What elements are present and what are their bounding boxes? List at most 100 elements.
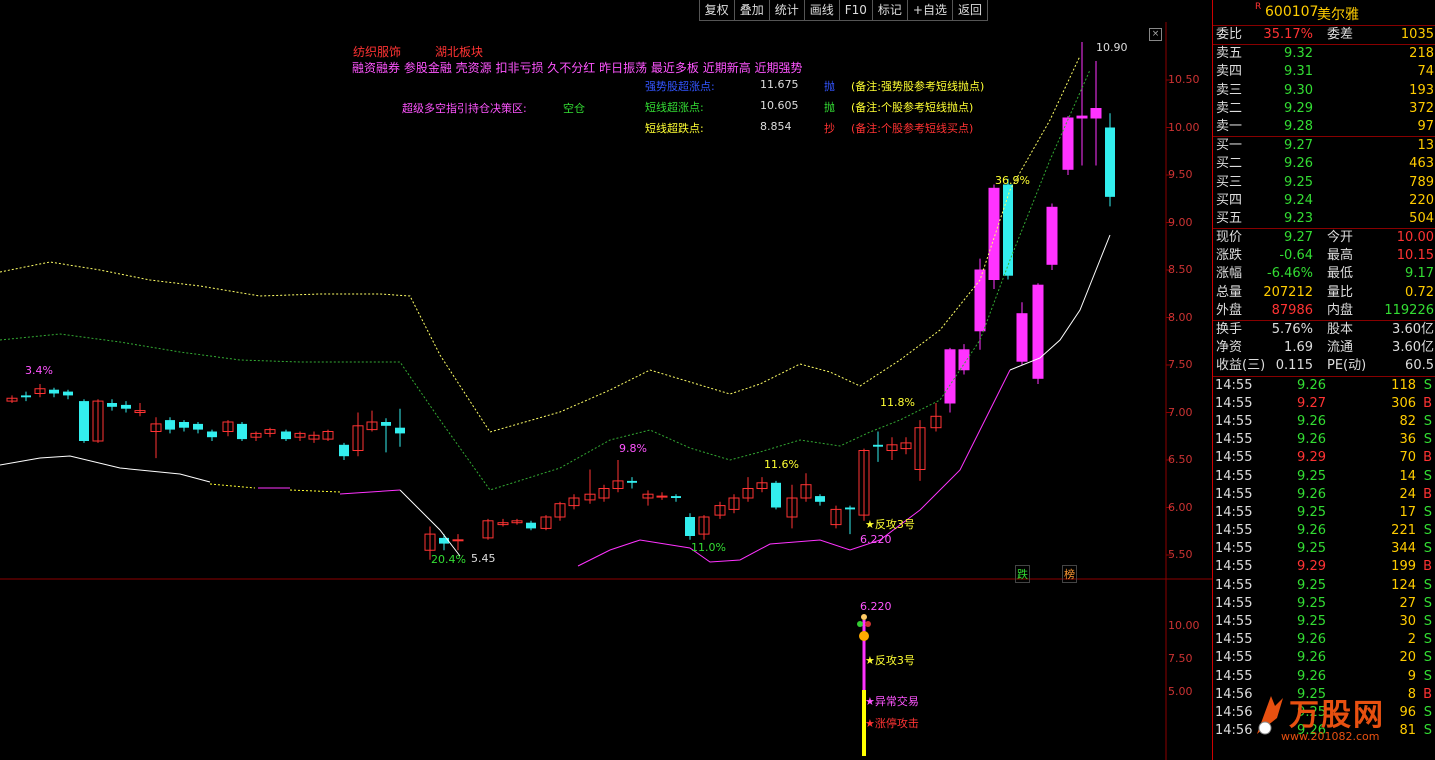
- candle-body: [1016, 313, 1028, 362]
- candle-body: [1062, 117, 1074, 170]
- tick-volume: 118: [1391, 377, 1416, 393]
- decision-label: 超级多空指引持仓决策区:: [402, 102, 527, 115]
- kline-chart-area[interactable]: 复权 叠加 统计 画线 F10 标记 +自选 返回 × 纺织服饰 湖北板块 融资…: [0, 0, 1212, 760]
- tick-time: 14:55: [1215, 577, 1253, 593]
- tick-price: 9.26: [1297, 377, 1326, 393]
- chart-toolbar: 复权 叠加 统计 画线 F10 标记 +自选 返回: [698, 0, 988, 22]
- tick-time: 14:55: [1215, 668, 1253, 684]
- draw-line-button[interactable]: 画线: [804, 0, 840, 21]
- bid-book: 买一 9.27 13 买二 9.26 463 买三 9.25 789 买四 9.24 220 买五 9.2…: [1213, 137, 1435, 228]
- signal-note: (备注:个股参考短线买点): [851, 122, 974, 135]
- tick-time: 14:55: [1215, 595, 1253, 611]
- quote-value: 87986: [1271, 302, 1313, 318]
- tick-price: 9.25: [1297, 577, 1326, 593]
- tick-volume: 221: [1391, 523, 1416, 539]
- tick-time: 14:55: [1215, 432, 1253, 448]
- candle-body: [237, 423, 247, 440]
- tick-side: S: [1423, 432, 1432, 448]
- candle-body: [339, 444, 349, 457]
- ask-label: 卖二: [1216, 100, 1243, 116]
- signal-label: 短线超跌点:: [645, 122, 704, 135]
- tick-list[interactable]: 14:55 9.26 118 S 14:55 9.27 306 B 14:55 9.26 82 S 14…: [1213, 377, 1435, 741]
- fangong-signal: ★反攻3号: [865, 518, 915, 531]
- sub-tick-label: 7.50: [1168, 652, 1193, 665]
- tick-price: 9.25: [1297, 614, 1326, 629]
- statistics-button[interactable]: 统计: [769, 0, 805, 21]
- restore-rights-button[interactable]: 复权: [698, 0, 735, 21]
- pct-label-1: 3.4%: [25, 364, 53, 377]
- sub-fangong-signal: ★反攻3号: [865, 654, 915, 667]
- tick-row: 14:55 9.26 82 S: [1213, 413, 1435, 431]
- fall-badge[interactable]: 跌: [1015, 565, 1030, 583]
- decision-value: 空仓: [563, 102, 585, 115]
- tick-row: 14:55 9.26 221 S: [1213, 522, 1435, 540]
- quote-label-2: 最低: [1327, 266, 1354, 282]
- lower-band-yellow-2: [289, 489, 341, 493]
- signal-dot: [865, 621, 871, 627]
- candle-body: [845, 507, 855, 510]
- fund-label-2: 流通: [1327, 340, 1354, 356]
- pct-label-2: 20.4%: [431, 553, 466, 566]
- tick-price: 9.29: [1297, 450, 1326, 466]
- quote-label-2: 最高: [1327, 248, 1354, 264]
- quote-value: 207212: [1263, 284, 1313, 300]
- quote-value-2: 10.15: [1396, 248, 1434, 264]
- tick-side: B: [1423, 450, 1432, 466]
- bottom-price-label: 6.220: [860, 533, 892, 546]
- candle-body: [1046, 206, 1058, 265]
- sector-textile[interactable]: 纺织服饰: [353, 43, 401, 60]
- tick-volume: 344: [1391, 541, 1416, 557]
- quote-panel: R 600107 美尔雅 委比 35.17% 委差 1035 卖五 9.32 218…: [1212, 0, 1435, 760]
- sector-hubei[interactable]: 湖北板块: [435, 43, 483, 60]
- bid-price: 9.23: [1284, 210, 1313, 226]
- signal-note: (备注:个股参考短线抛点): [851, 101, 974, 114]
- ask-volume: 193: [1409, 82, 1434, 98]
- quote-value-2: 0.72: [1405, 284, 1434, 300]
- stock-header[interactable]: R 600107 美尔雅: [1213, 0, 1435, 26]
- signal-value: 8.854: [760, 120, 792, 133]
- ask-price: 9.31: [1284, 64, 1313, 80]
- f10-button[interactable]: F10: [839, 0, 873, 21]
- candle-body: [685, 517, 695, 536]
- mark-button[interactable]: 标记: [872, 0, 908, 21]
- tick-row: 14:55 9.25 17 S: [1213, 504, 1435, 522]
- tick-side: S: [1423, 632, 1432, 648]
- ask-price: 9.28: [1284, 118, 1313, 134]
- tick-time: 14:56: [1215, 686, 1253, 702]
- close-icon[interactable]: ×: [1149, 28, 1162, 41]
- price-tick-label: 9.00: [1168, 215, 1193, 229]
- tick-row: 14:55 9.26 118 S: [1213, 377, 1435, 395]
- tick-volume: 70: [1399, 450, 1416, 466]
- tick-time: 14:55: [1215, 632, 1253, 648]
- signal-value: 11.675: [760, 78, 799, 91]
- overlay-button[interactable]: 叠加: [734, 0, 770, 21]
- signal-action: 抛: [824, 101, 835, 114]
- tick-side: S: [1423, 650, 1432, 666]
- fund-label-2: PE(动): [1327, 358, 1367, 374]
- tick-price: 9.25: [1297, 541, 1326, 557]
- candle-body: [815, 496, 825, 502]
- sub-tick-label: 10.00: [1168, 619, 1200, 632]
- tick-row: 14:55 9.26 9 S: [1213, 668, 1435, 686]
- quote-value: 9.27: [1284, 230, 1313, 246]
- bid-volume: 789: [1409, 174, 1434, 190]
- candle-body: [656, 495, 668, 498]
- pct-label-4: 11.0%: [691, 541, 726, 554]
- back-button[interactable]: 返回: [952, 0, 988, 21]
- tick-volume: 14: [1399, 468, 1416, 484]
- list-badge[interactable]: 榜: [1062, 565, 1077, 583]
- fund-row: 收益(三) 0.115 PE(动) 60.5: [1213, 357, 1435, 375]
- candle-body: [873, 444, 883, 447]
- tick-price: 9.27: [1297, 395, 1326, 411]
- kline-chart[interactable]: [0, 0, 1212, 760]
- fund-value: 0.115: [1275, 358, 1313, 374]
- tick-row: 14:55 9.26 24 B: [1213, 486, 1435, 504]
- tick-volume: 30: [1399, 614, 1416, 629]
- quote-label: 涨幅: [1216, 266, 1243, 282]
- tick-row: 14:55 9.25 27 S: [1213, 595, 1435, 613]
- tick-volume: 306: [1391, 395, 1416, 411]
- tick-side: S: [1423, 541, 1432, 557]
- quote-label: 总量: [1216, 284, 1243, 300]
- quote-stats: 现价 9.27 今开 10.00 涨跌 -0.64 最高 10.15 涨幅 -6.46% 最低 9.1…: [1213, 229, 1435, 320]
- add-watchlist-button[interactable]: +自选: [907, 0, 953, 21]
